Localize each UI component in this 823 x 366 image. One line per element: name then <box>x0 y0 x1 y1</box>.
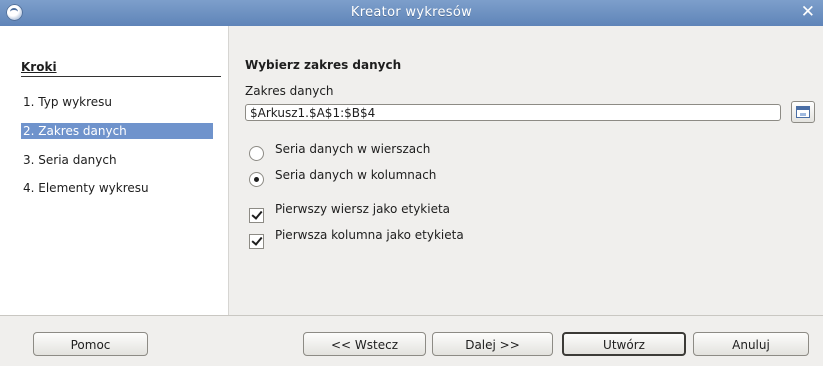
back-button[interactable]: << Wstecz <box>303 332 426 356</box>
first-row-label-text: Pierwszy wiersz jako etykieta <box>275 202 451 216</box>
select-range-button[interactable] <box>791 101 815 123</box>
step-content: Wybierz zakres danych Zakres danych Seri… <box>229 26 823 315</box>
series-in-rows-radio[interactable] <box>249 146 264 161</box>
cancel-button[interactable]: Anuluj <box>693 332 809 356</box>
finish-button[interactable]: Utwórz <box>562 332 686 356</box>
title-bar[interactable]: Kreator wykresów ✕ <box>0 0 823 26</box>
steps-divider <box>21 76 221 77</box>
first-column-label-text: Pierwsza kolumna jako etykieta <box>275 228 464 242</box>
steps-header: Kroki <box>21 60 57 74</box>
steps-panel: Kroki 1. Typ wykresu 2. Zakres danych 3.… <box>0 26 229 315</box>
window-title: Kreator wykresów <box>350 5 473 20</box>
step-chart-elements[interactable]: 4. Elementy wykresu <box>21 180 151 196</box>
data-range-label: Zakres danych <box>245 84 334 98</box>
series-in-columns-radio[interactable] <box>249 172 264 187</box>
next-button[interactable]: Dalej >> <box>432 332 553 356</box>
data-range-input[interactable] <box>245 104 781 121</box>
step-data-series[interactable]: 3. Seria danych <box>21 152 119 168</box>
close-icon[interactable]: ✕ <box>801 3 815 21</box>
chart-wizard-dialog: Kreator wykresów ✕ Kroki 1. Typ wykresu … <box>0 0 823 366</box>
step-data-range[interactable]: 2. Zakres danych <box>21 123 213 139</box>
step-chart-type[interactable]: 1. Typ wykresu <box>21 94 114 110</box>
first-column-label-checkbox[interactable] <box>249 234 264 249</box>
first-row-label-checkbox[interactable] <box>249 208 264 223</box>
series-in-rows-label: Seria danych w wierszach <box>275 142 431 156</box>
section-title: Wybierz zakres danych <box>245 58 402 72</box>
series-in-columns-label: Seria danych w kolumnach <box>275 168 437 182</box>
shrink-dialog-icon <box>796 106 810 118</box>
button-bar: Pomoc << Wstecz Dalej >> Utwórz Anuluj <box>0 315 823 366</box>
help-button[interactable]: Pomoc <box>33 332 148 356</box>
